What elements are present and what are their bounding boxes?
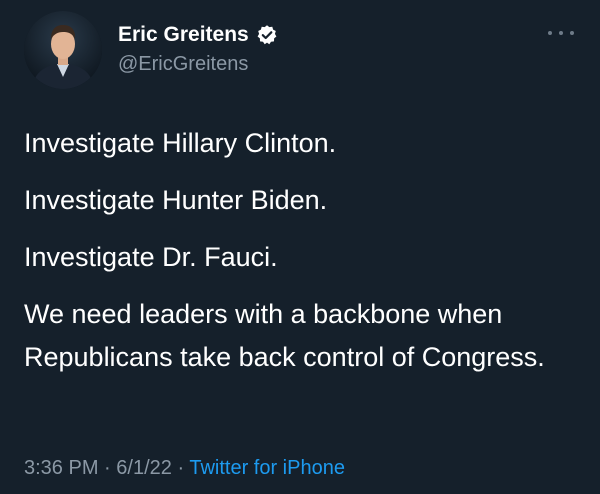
- dot: [570, 31, 574, 35]
- tweet-metadata: 3:36 PM · 6/1/22 · Twitter for iPhone: [24, 454, 345, 482]
- meta-separator: ·: [177, 457, 185, 479]
- tweet-card: Eric Greitens @EricGreitens Investigate …: [0, 0, 600, 494]
- tweet-line: Investigate Hunter Biden.: [24, 185, 328, 215]
- tweet-line: Investigate Dr. Fauci.: [24, 242, 278, 272]
- verified-badge-icon: [256, 24, 278, 46]
- tweet-date[interactable]: 6/1/22: [116, 457, 172, 479]
- avatar[interactable]: [24, 11, 102, 89]
- author-name-row[interactable]: Eric Greitens: [118, 20, 278, 50]
- author-handle[interactable]: @EricGreitens: [118, 51, 248, 77]
- tweet-line: Investigate Hillary Clinton.: [24, 128, 337, 158]
- dot: [548, 31, 552, 35]
- author-display-name[interactable]: Eric Greitens: [118, 20, 249, 50]
- tweet-line: We need leaders with a backbone when Rep…: [24, 299, 545, 372]
- tweet-text: Investigate Hillary Clinton. Investigate…: [24, 122, 580, 393]
- tweet-source-link[interactable]: Twitter for iPhone: [189, 457, 345, 479]
- meta-separator: ·: [104, 457, 111, 479]
- tweet-time[interactable]: 3:36 PM: [24, 457, 98, 479]
- dot: [559, 31, 563, 35]
- more-options-icon[interactable]: [548, 24, 574, 42]
